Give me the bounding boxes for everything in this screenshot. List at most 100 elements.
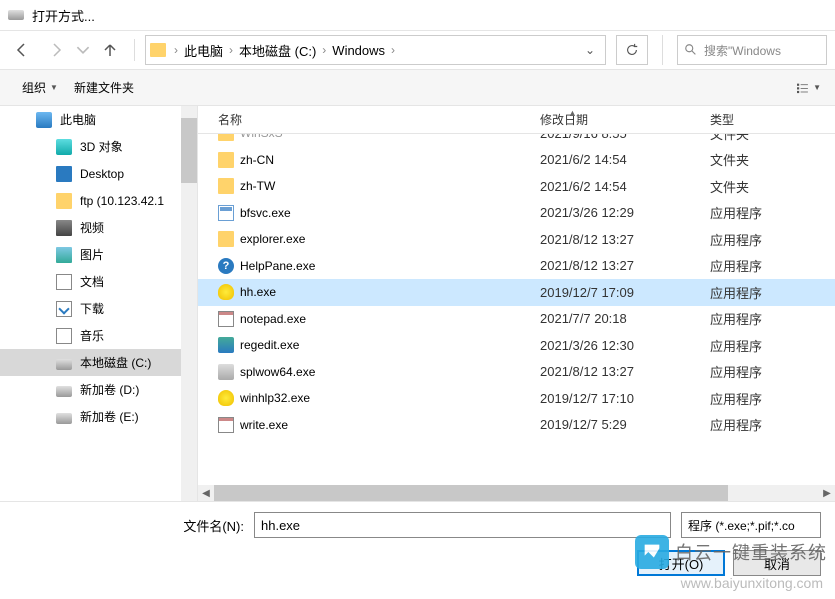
sidebar-item[interactable]: 此电脑 <box>0 106 197 133</box>
file-type: 应用程序 <box>698 362 808 381</box>
exe-icon <box>218 205 234 221</box>
sidebar-item-label: 下载 <box>80 300 104 317</box>
file-row[interactable]: WinSxS2021/9/16 8:55文件夹 <box>198 134 835 147</box>
file-name: WinSxS <box>240 134 283 140</box>
sidebar-item[interactable]: Desktop <box>0 160 197 187</box>
new-folder-button[interactable]: 新建文件夹 <box>66 75 142 100</box>
titlebar: 打开方式... <box>0 0 835 30</box>
back-button[interactable] <box>8 36 36 64</box>
bulb-icon <box>218 284 234 300</box>
folder-icon <box>218 134 234 141</box>
file-date: 2021/8/12 13:27 <box>528 364 698 379</box>
sidebar-item[interactable]: 新加卷 (D:) <box>0 376 197 403</box>
doc-icon <box>56 274 72 290</box>
sidebar-item-label: Desktop <box>80 167 124 181</box>
breadcrumb-item[interactable]: Windows <box>328 43 389 58</box>
music-icon <box>56 328 72 344</box>
nav-separator <box>134 39 135 61</box>
sidebar-item[interactable]: 音乐 <box>0 322 197 349</box>
file-name: hh.exe <box>240 285 276 299</box>
sidebar-item-label: 图片 <box>80 246 104 263</box>
chevron-right-icon[interactable]: › <box>227 43 235 57</box>
file-row[interactable]: explorer.exe2021/8/12 13:27应用程序 <box>198 226 835 253</box>
sidebar-item[interactable]: 图片 <box>0 241 197 268</box>
file-pane: 名称 ▲ 修改日期 类型 WinSxS2021/9/16 8:55文件夹zh-C… <box>198 106 835 501</box>
file-type: 应用程序 <box>698 309 808 328</box>
file-row[interactable]: notepad.exe2021/7/7 20:18应用程序 <box>198 306 835 333</box>
folder-icon <box>218 178 234 194</box>
forward-button[interactable] <box>42 36 70 64</box>
scroll-left-button[interactable]: ◀ <box>198 485 214 501</box>
pic-icon <box>56 247 72 263</box>
file-type: 文件夹 <box>698 134 808 143</box>
scrollbar-thumb[interactable] <box>181 118 197 183</box>
view-options-button[interactable]: ▼ <box>797 76 821 100</box>
file-type: 应用程序 <box>698 389 808 408</box>
sidebar-item[interactable]: 3D 对象 <box>0 133 197 160</box>
breadcrumb-dropdown[interactable]: ⌄ <box>579 43 601 57</box>
file-row[interactable]: hh.exe2019/12/7 17:09应用程序 <box>198 279 835 306</box>
chevron-right-icon[interactable]: › <box>172 43 180 57</box>
printer-icon <box>218 364 234 380</box>
file-row[interactable]: winhlp32.exe2019/12/7 17:10应用程序 <box>198 385 835 412</box>
file-row[interactable]: zh-TW2021/6/2 14:54文件夹 <box>198 173 835 200</box>
chevron-right-icon[interactable]: › <box>389 43 397 57</box>
refresh-button[interactable] <box>616 35 648 65</box>
file-row[interactable]: ?HelpPane.exe2021/8/12 13:27应用程序 <box>198 253 835 280</box>
file-list: WinSxS2021/9/16 8:55文件夹 zh-CN 2021/6/2 14:… <box>198 134 835 501</box>
sidebar-item[interactable]: 视频 <box>0 214 197 241</box>
file-row[interactable]: write.exe2019/12/7 5:29应用程序 <box>198 412 835 439</box>
file-name: zh-CN <box>240 153 274 167</box>
organize-menu[interactable]: 组织▼ <box>14 75 66 100</box>
sidebar-item-label: 新加卷 (D:) <box>80 381 139 398</box>
sidebar-item-label: 视频 <box>80 219 104 236</box>
file-row[interactable]: bfsvc.exe2021/3/26 12:29应用程序 <box>198 200 835 227</box>
file-date: 2021/6/2 14:54 <box>528 152 698 167</box>
column-header-type[interactable]: 类型 <box>698 111 808 128</box>
scrollbar-thumb[interactable] <box>214 485 728 501</box>
breadcrumb-item[interactable]: 此电脑 <box>180 41 227 60</box>
sidebar-item[interactable]: ftp (10.123.42.1 <box>0 187 197 214</box>
file-name: regedit.exe <box>240 338 299 352</box>
sidebar-item[interactable]: 本地磁盘 (C:) <box>0 349 197 376</box>
sidebar-item[interactable]: 新加卷 (E:) <box>0 403 197 430</box>
cancel-button[interactable]: 取消 <box>733 550 821 576</box>
file-type: 文件夹 <box>698 177 808 196</box>
file-date: 2021/7/7 20:18 <box>528 311 698 326</box>
file-date: 2021/8/12 13:27 <box>528 258 698 273</box>
file-name: HelpPane.exe <box>240 259 315 273</box>
column-header-date[interactable]: 修改日期 <box>528 111 698 128</box>
folder-icon <box>150 43 166 57</box>
file-type: 文件夹 <box>698 150 808 169</box>
open-button[interactable]: 打开(O) <box>637 550 725 576</box>
help-icon: ? <box>218 258 234 274</box>
desktop-icon <box>56 166 72 182</box>
breadcrumb[interactable]: › 此电脑 › 本地磁盘 (C:) › Windows › ⌄ <box>145 35 606 65</box>
column-header-name[interactable]: 名称 <box>198 111 528 128</box>
filter-combo[interactable]: 程序 (*.exe;*.pif;*.co <box>681 512 821 538</box>
search-input[interactable]: 搜索"Windows <box>677 35 827 65</box>
file-type: 应用程序 <box>698 336 808 355</box>
chevron-right-icon[interactable]: › <box>320 43 328 57</box>
sidebar-item-label: ftp (10.123.42.1 <box>80 194 164 208</box>
file-date: 2019/12/7 5:29 <box>528 417 698 432</box>
sidebar-item[interactable]: 下载 <box>0 295 197 322</box>
sidebar-item-label: 此电脑 <box>60 111 96 128</box>
breadcrumb-item[interactable]: 本地磁盘 (C:) <box>235 41 320 60</box>
file-date: 2019/12/7 17:10 <box>528 391 698 406</box>
reg-icon <box>218 337 234 353</box>
folder-icon <box>218 152 234 168</box>
disk-icon <box>56 359 72 370</box>
filename-input[interactable] <box>254 512 671 538</box>
file-date: 2021/6/2 14:54 <box>528 179 698 194</box>
sidebar-scrollbar[interactable] <box>181 106 197 501</box>
sidebar-item[interactable]: 文档 <box>0 268 197 295</box>
file-row[interactable]: splwow64.exe2021/8/12 13:27应用程序 <box>198 359 835 386</box>
file-row[interactable]: zh-CN 2021/6/2 14:54文件夹 <box>198 147 835 174</box>
horizontal-scrollbar[interactable]: ◀ ▶ <box>198 485 835 501</box>
scroll-right-button[interactable]: ▶ <box>819 485 835 501</box>
recent-dropdown[interactable] <box>76 36 90 64</box>
file-date: 2021/3/26 12:29 <box>528 205 698 220</box>
up-button[interactable] <box>96 36 124 64</box>
file-row[interactable]: regedit.exe2021/3/26 12:30应用程序 <box>198 332 835 359</box>
